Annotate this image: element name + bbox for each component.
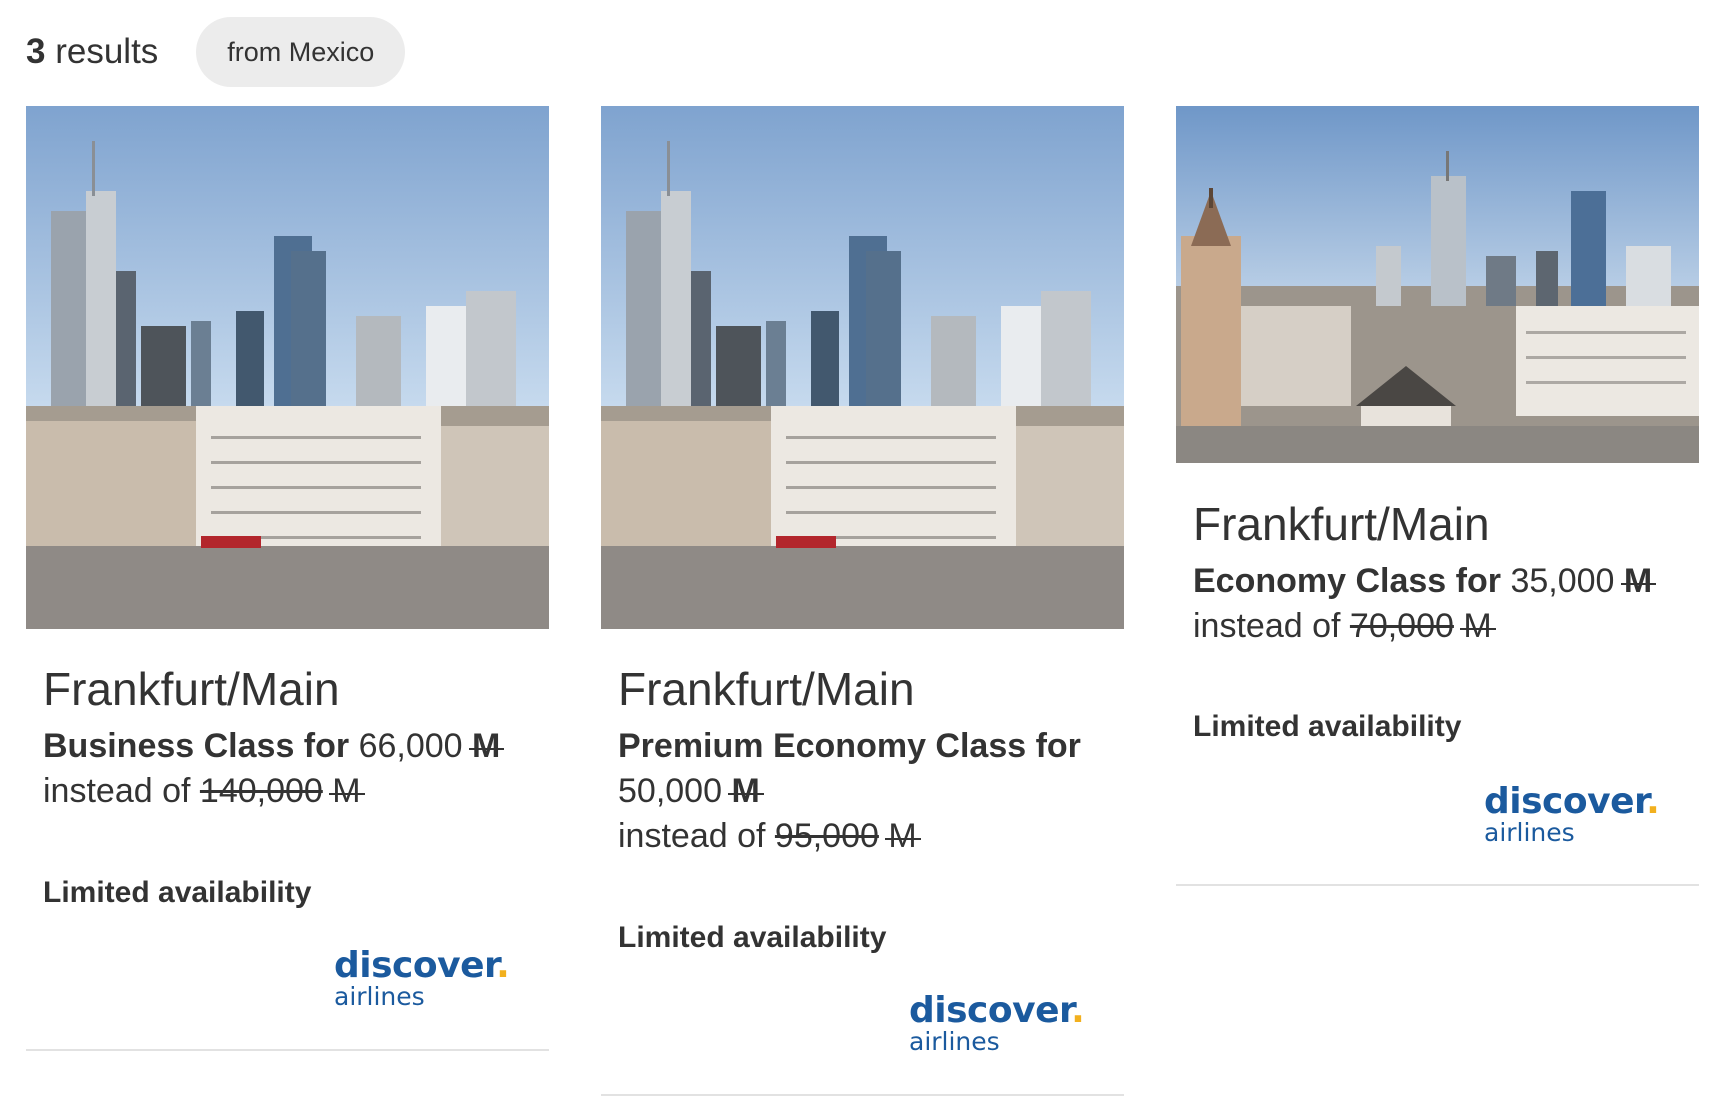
card-divider [26, 1049, 549, 1051]
results-number: 3 [26, 32, 46, 71]
destination-photo [26, 106, 549, 629]
logo-dot-icon: . [1071, 990, 1085, 1031]
discover-airlines-logo: discover. airlines [909, 990, 1085, 1056]
airline-sub: airlines [909, 1027, 1000, 1056]
offer-price: Economy Class for 35,000 M instead of 70… [1193, 559, 1682, 649]
instead-of-label: instead of [1193, 607, 1341, 646]
airline-brand: discover [334, 945, 497, 986]
miles-currency-icon: M [1460, 604, 1497, 649]
destination-city: Frankfurt/Main [43, 663, 340, 715]
airline-brand: discover [909, 990, 1072, 1031]
offer-card[interactable]: Frankfurt/Main Business Class for 66,000… [26, 106, 549, 1051]
discover-airlines-logo: discover. airlines [334, 945, 510, 1011]
results-count: 3 results [26, 32, 158, 72]
availability-label: Limited availability [618, 921, 887, 955]
offer-miles: 66,000 [358, 727, 463, 766]
original-miles: 95,000 [774, 817, 879, 856]
miles-currency-icon: M [329, 769, 365, 814]
miles-currency-icon: M [728, 769, 765, 814]
miles-currency-icon: M [1620, 559, 1657, 604]
instead-of-label: instead of [618, 817, 766, 856]
instead-of-label: instead of [43, 772, 191, 811]
card-divider [1176, 884, 1699, 886]
frankfurt-skyline-photo [601, 106, 1124, 629]
offer-card[interactable]: Frankfurt/Main Economy Class for 35,000 … [1176, 106, 1699, 886]
logo-dot-icon: . [1646, 781, 1660, 822]
results-header: 3 results from Mexico [26, 16, 406, 88]
availability-label: Limited availability [1193, 710, 1462, 744]
offer-price: Premium Economy Class for 50,000 M inste… [618, 724, 1107, 859]
destination-photo [1176, 106, 1699, 463]
offer-miles: 35,000 [1510, 562, 1615, 601]
airline-sub: airlines [334, 982, 425, 1011]
destination-city: Frankfurt/Main [1193, 498, 1490, 550]
original-miles: 140,000 [199, 772, 323, 811]
frankfurt-skyline-photo [26, 106, 549, 629]
destination-city: Frankfurt/Main [618, 663, 915, 715]
offer-price: Business Class for 66,000 M instead of 1… [43, 724, 532, 814]
results-label: results [55, 32, 159, 71]
miles-currency-icon: M [885, 814, 922, 859]
cabin-class-label: Economy Class for [1193, 562, 1501, 601]
destination-photo [601, 106, 1124, 629]
discover-airlines-logo: discover. airlines [1484, 781, 1660, 847]
availability-label: Limited availability [43, 876, 312, 910]
miles-currency-icon: M [468, 724, 505, 769]
cabin-class-label: Premium Economy Class for [618, 727, 1081, 766]
card-divider [601, 1094, 1124, 1096]
cabin-class-label: Business Class for [43, 727, 350, 766]
origin-filter-chip[interactable]: from Mexico [196, 17, 406, 87]
airline-brand: discover [1484, 781, 1647, 822]
logo-dot-icon: . [496, 945, 510, 986]
original-miles: 70,000 [1349, 607, 1454, 646]
airline-sub: airlines [1484, 818, 1575, 847]
offer-miles: 50,000 [618, 772, 722, 811]
offer-card[interactable]: Frankfurt/Main Premium Economy Class for… [601, 106, 1124, 1096]
frankfurt-hauptwache-photo [1176, 106, 1699, 463]
